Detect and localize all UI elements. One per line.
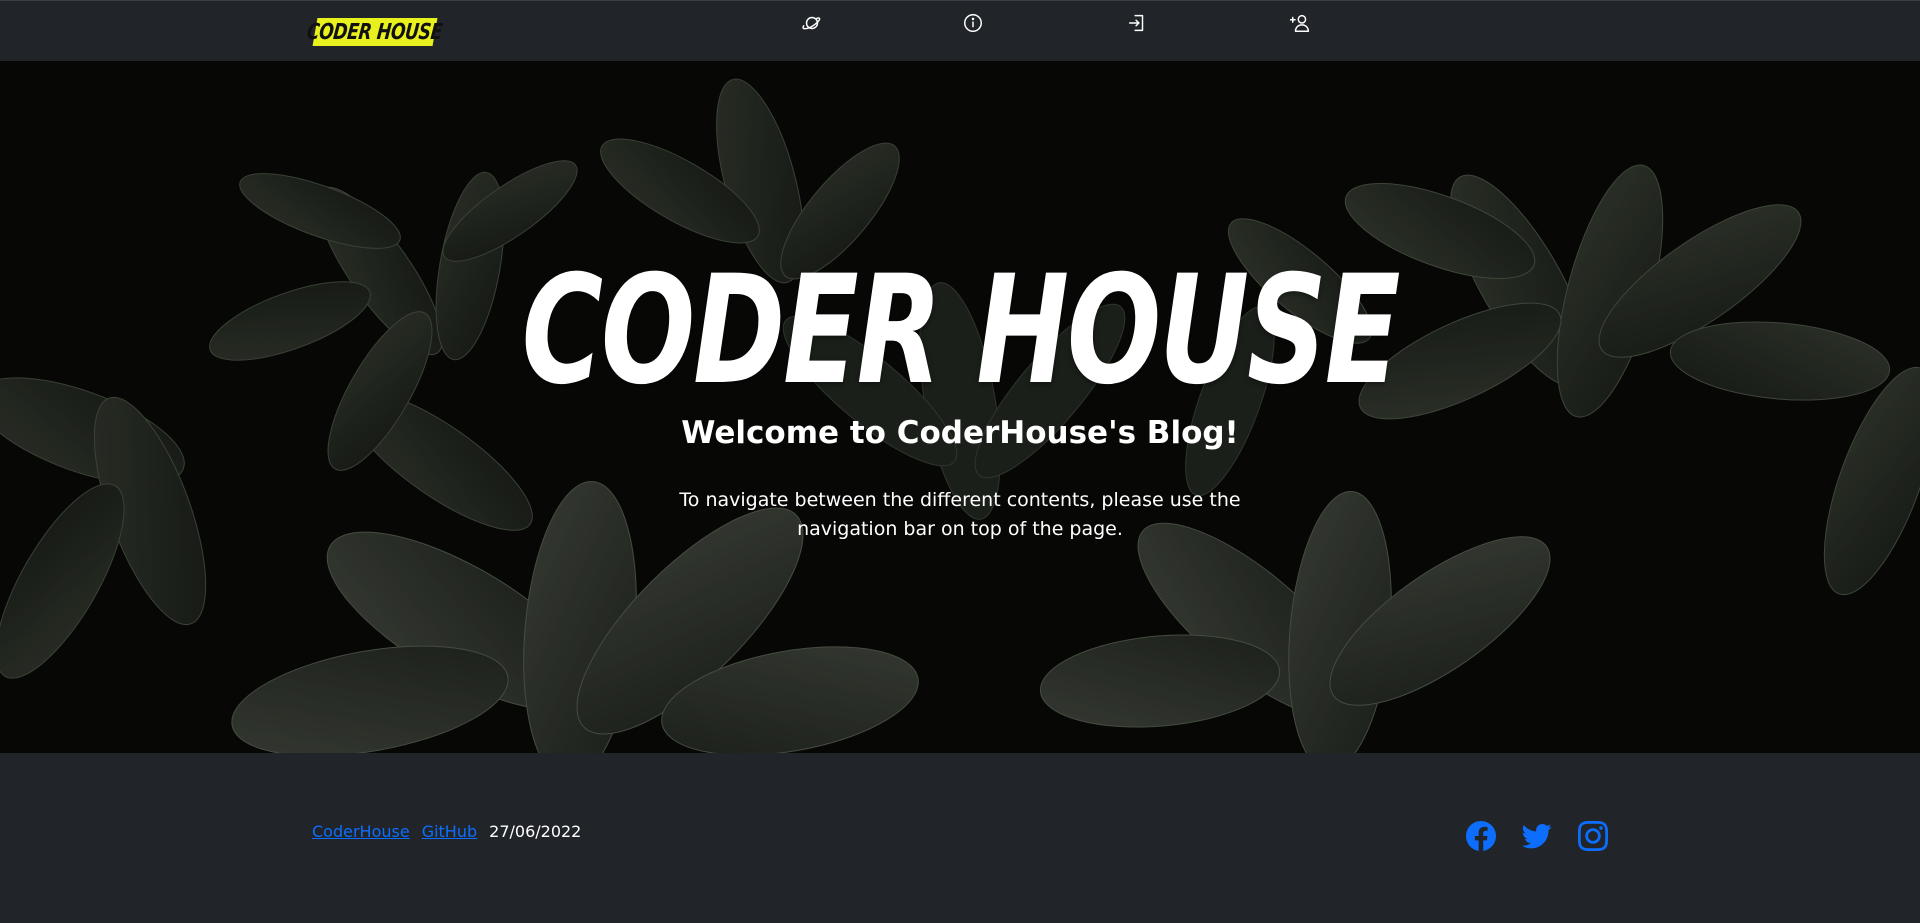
instagram-icon[interactable] (1578, 821, 1608, 851)
coderhouse-link[interactable]: CoderHouse (312, 822, 410, 841)
facebook-icon[interactable] (1466, 821, 1496, 851)
twitter-icon[interactable] (1521, 821, 1552, 851)
brand-logo[interactable]: CODER HOUSE (306, 18, 444, 46)
hero-subtitle: Welcome to CoderHouse's Blog! (681, 415, 1239, 451)
brand-logo-text: CODER HOUSE (306, 19, 444, 45)
hero-title: CODER HOUSE (521, 244, 1401, 418)
login-icon[interactable] (1124, 10, 1150, 36)
page-footer: CoderHouse GitHub 27/06/2022 (0, 753, 1920, 923)
planet-icon[interactable] (799, 10, 825, 36)
add-user-icon[interactable] (1288, 10, 1314, 36)
hero-description: To navigate between the different conten… (679, 489, 1241, 540)
top-navbar: CODER HOUSE (0, 0, 1920, 61)
footer-links: CoderHouse GitHub 27/06/2022 (312, 822, 581, 841)
hero-banner: CODER HOUSE Welcome to CoderHouse's Blog… (0, 61, 1920, 753)
info-icon[interactable] (960, 10, 986, 36)
footer-date: 27/06/2022 (489, 822, 582, 841)
github-link[interactable]: GitHub (422, 822, 477, 841)
